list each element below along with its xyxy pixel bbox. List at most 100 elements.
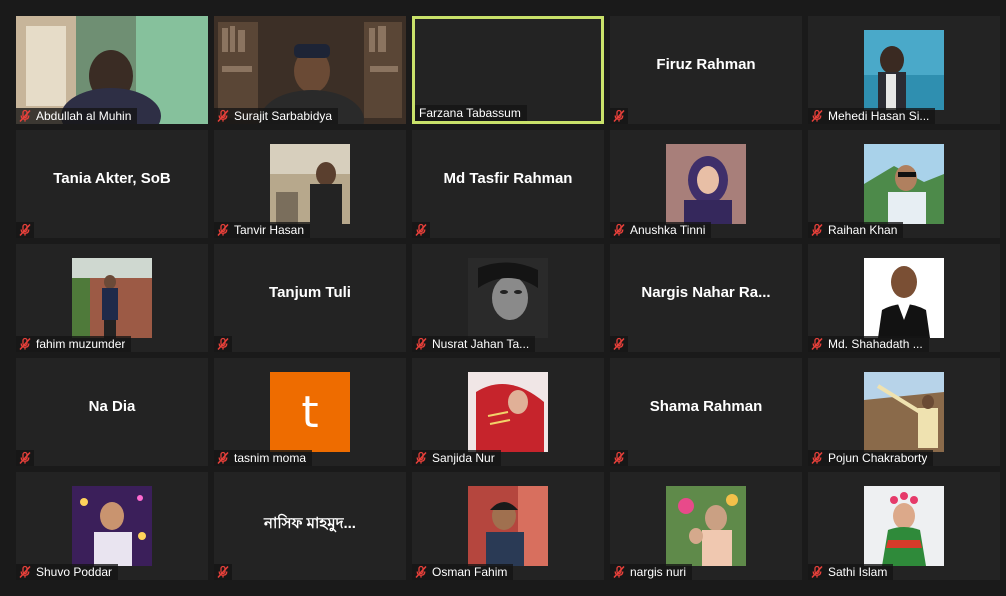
name-label: Nusrat Jahan Ta... [412, 336, 536, 352]
participant-name: Farzana Tabassum [419, 106, 521, 120]
mic-muted-icon [216, 451, 230, 465]
mic-muted-icon [414, 565, 428, 579]
name-label [16, 450, 34, 466]
name-label: Sathi Islam [808, 564, 894, 580]
participant-tile[interactable]: Nusrat Jahan Ta... [412, 244, 604, 352]
participant-gallery: Abdullah al Muhin Surajit Sarbabidya Farza… [0, 0, 1006, 596]
mic-muted-icon [18, 337, 32, 351]
mic-muted-icon [216, 109, 230, 123]
name-label: tasnim moma [214, 450, 313, 466]
participant-tile[interactable]: t tasnim moma [214, 358, 406, 466]
participant-name: Sathi Islam [828, 565, 888, 579]
mic-muted-icon [414, 223, 428, 237]
name-label: Sanjida Nur [412, 450, 501, 466]
participant-tile[interactable]: nargis nuri [610, 472, 802, 580]
name-label [16, 222, 34, 238]
participant-tile[interactable]: Md. Shahadath ... [808, 244, 1000, 352]
participant-display-name: Firuz Rahman [656, 56, 756, 73]
participant-tile[interactable]: Osman Fahim [412, 472, 604, 580]
participant-display-name: Tanjum Tuli [269, 284, 351, 301]
mic-muted-icon [414, 451, 428, 465]
mic-muted-icon [612, 451, 626, 465]
participant-tile[interactable]: Farzana Tabassum [412, 16, 604, 124]
participant-tile[interactable]: Abdullah al Muhin [16, 16, 208, 124]
participant-display-name: Tania Akter, SoB [53, 170, 171, 187]
name-label: Shuvo Poddar [16, 564, 119, 580]
name-label: Md. Shahadath ... [808, 336, 929, 352]
participant-name: Surajit Sarbabidya [234, 109, 333, 123]
participant-name: Md. Shahadath ... [828, 337, 923, 351]
participant-display-name: Nargis Nahar Ra... [641, 284, 771, 301]
name-label: Surajit Sarbabidya [214, 108, 339, 124]
mic-muted-icon [612, 337, 626, 351]
mic-muted-icon [810, 337, 824, 351]
participant-name: Anushka Tinni [630, 223, 706, 237]
participant-tile[interactable]: Firuz Rahman [610, 16, 802, 124]
mic-muted-icon [612, 223, 626, 237]
participant-tile[interactable]: Tanvir Hasan [214, 130, 406, 238]
name-label [610, 108, 628, 124]
participant-tile[interactable]: fahim muzumder [16, 244, 208, 352]
participant-display-name: Shama Rahman [649, 398, 763, 415]
mic-muted-icon [216, 337, 230, 351]
participant-display-name: Md Tasfir Rahman [443, 170, 573, 187]
participant-name: Nusrat Jahan Ta... [432, 337, 530, 351]
name-label [610, 450, 628, 466]
participant-name: Abdullah al Muhin [36, 109, 132, 123]
name-label: Osman Fahim [412, 564, 514, 580]
participant-name: Osman Fahim [432, 565, 508, 579]
participant-tile[interactable]: Na Dia [16, 358, 208, 466]
mic-muted-icon [18, 109, 32, 123]
participant-name: nargis nuri [630, 565, 687, 579]
name-label: Raihan Khan [808, 222, 904, 238]
mic-muted-icon [810, 223, 824, 237]
participant-tile[interactable]: Shama Rahman [610, 358, 802, 466]
participant-tile[interactable]: Tanjum Tuli [214, 244, 406, 352]
name-label: Abdullah al Muhin [16, 108, 138, 124]
mic-muted-icon [612, 565, 626, 579]
name-label [610, 336, 628, 352]
participant-tile[interactable]: Sathi Islam [808, 472, 1000, 580]
participant-tile[interactable]: Mehedi Hasan Si... [808, 16, 1000, 124]
name-label: nargis nuri [610, 564, 693, 580]
name-label: fahim muzumder [16, 336, 132, 352]
participant-tile[interactable]: Surajit Sarbabidya [214, 16, 406, 124]
participant-name: tasnim moma [234, 451, 307, 465]
participant-name: fahim muzumder [36, 337, 126, 351]
name-label: Pojun Chakraborty [808, 450, 934, 466]
mic-muted-icon [216, 565, 230, 579]
participant-tile[interactable]: Nargis Nahar Ra... [610, 244, 802, 352]
participant-tile[interactable]: Tania Akter, SoB [16, 130, 208, 238]
participant-name: Raihan Khan [828, 223, 898, 237]
participant-name: Shuvo Poddar [36, 565, 113, 579]
name-label [214, 336, 232, 352]
mic-muted-icon [810, 565, 824, 579]
participant-tile[interactable]: নাসিফ মাহমুদ... [214, 472, 406, 580]
participant-name: Mehedi Hasan Si... [828, 109, 930, 123]
participant-tile[interactable]: Raihan Khan [808, 130, 1000, 238]
participant-display-name: Na Dia [88, 398, 136, 415]
participant-tile[interactable]: Pojun Chakraborty [808, 358, 1000, 466]
name-label [412, 222, 430, 238]
participant-tile[interactable]: Shuvo Poddar [16, 472, 208, 580]
participant-tile[interactable]: Anushka Tinni [610, 130, 802, 238]
participant-tile[interactable]: Sanjida Nur [412, 358, 604, 466]
name-label: Farzana Tabassum [415, 105, 527, 121]
profile-initial: t [270, 372, 350, 452]
participant-display-name: নাসিফ মাহমুদ... [264, 515, 356, 532]
name-label: Mehedi Hasan Si... [808, 108, 936, 124]
mic-muted-icon [18, 565, 32, 579]
name-label: Tanvir Hasan [214, 222, 311, 238]
mic-muted-icon [810, 451, 824, 465]
mic-muted-icon [18, 223, 32, 237]
participant-name: Sanjida Nur [432, 451, 495, 465]
mic-muted-icon [216, 223, 230, 237]
name-label: Anushka Tinni [610, 222, 712, 238]
mic-muted-icon [414, 337, 428, 351]
mic-muted-icon [612, 109, 626, 123]
participant-name: Tanvir Hasan [234, 223, 305, 237]
mic-muted-icon [18, 451, 32, 465]
name-label [214, 564, 232, 580]
mic-muted-icon [810, 109, 824, 123]
participant-tile[interactable]: Md Tasfir Rahman [412, 130, 604, 238]
